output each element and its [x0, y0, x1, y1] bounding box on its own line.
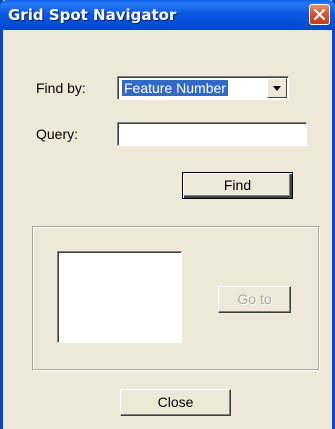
- window-close-button[interactable]: [309, 4, 330, 25]
- query-label: Query:: [36, 126, 79, 142]
- close-icon: [314, 9, 325, 20]
- window-title: Grid Spot Navigator: [8, 6, 177, 24]
- find-button[interactable]: Find: [182, 172, 293, 199]
- title-bar[interactable]: Grid Spot Navigator: [0, 0, 335, 30]
- results-list[interactable]: [57, 251, 182, 343]
- find-by-select[interactable]: Feature Number: [117, 76, 289, 100]
- query-input[interactable]: [117, 122, 307, 146]
- find-by-selected-value: Feature Number: [121, 79, 229, 97]
- close-button[interactable]: Close: [120, 389, 231, 416]
- go-to-button[interactable]: Go to: [218, 286, 291, 313]
- find-by-dropdown-button[interactable]: [267, 78, 287, 98]
- find-by-label: Find by:: [36, 80, 86, 96]
- chevron-down-icon: [273, 86, 281, 91]
